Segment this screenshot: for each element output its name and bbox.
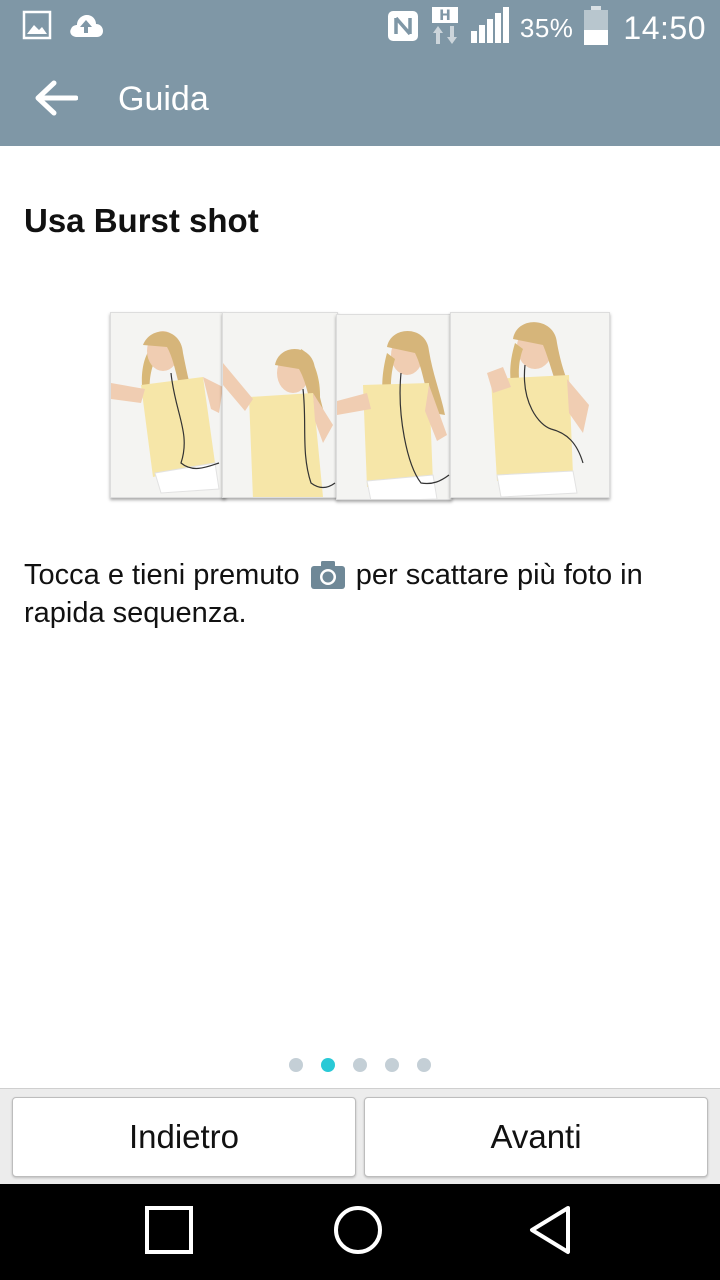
- hspa-icon: H: [430, 6, 460, 51]
- next-button[interactable]: Avanti: [364, 1097, 708, 1177]
- header-title: Guida: [118, 80, 209, 118]
- cloud-upload-icon: [68, 11, 104, 44]
- burst-frame-3: [336, 314, 452, 500]
- triangle-back-icon: [526, 1204, 574, 1261]
- image-icon: [22, 10, 52, 45]
- status-bar: H 35% 14:50: [0, 0, 720, 52]
- arrow-left-icon: [34, 80, 79, 121]
- page-dot-4: [385, 1058, 399, 1072]
- page-indicator: [0, 1058, 720, 1076]
- description: Tocca e tieni premuto per scattare più f…: [24, 556, 700, 632]
- nfc-icon: [386, 9, 420, 48]
- burst-frame-4: [450, 312, 610, 498]
- battery-icon: [583, 6, 609, 51]
- page-title: Usa Burst shot: [24, 202, 259, 239]
- previous-button[interactable]: Indietro: [12, 1097, 356, 1177]
- app-header: Guida: [0, 52, 720, 146]
- page-dot-3: [353, 1058, 367, 1072]
- svg-text:H: H: [439, 8, 451, 24]
- button-bar: Indietro Avanti: [0, 1088, 720, 1184]
- nav-back-button[interactable]: [520, 1204, 580, 1260]
- square-icon: [144, 1205, 194, 1260]
- system-nav-bar: [0, 1184, 720, 1280]
- burst-shot-illustration: [108, 312, 612, 502]
- clock: 14:50: [623, 10, 706, 46]
- page-dot-2-active: [321, 1058, 335, 1072]
- camera-icon: [310, 560, 346, 590]
- description-text-start: Tocca e tieni premuto: [24, 559, 308, 591]
- signal-icon: [470, 7, 510, 50]
- back-button[interactable]: [30, 74, 82, 126]
- burst-frame-1: [110, 312, 226, 498]
- recents-button[interactable]: [139, 1204, 199, 1260]
- battery-percent: 35%: [519, 13, 574, 43]
- top-bar: H 35% 14:50 Guida: [0, 0, 720, 146]
- home-button[interactable]: [328, 1204, 388, 1260]
- circle-icon: [332, 1204, 384, 1261]
- page-dot-5: [417, 1058, 431, 1072]
- page-dot-1: [289, 1058, 303, 1072]
- burst-frame-2: [222, 312, 338, 498]
